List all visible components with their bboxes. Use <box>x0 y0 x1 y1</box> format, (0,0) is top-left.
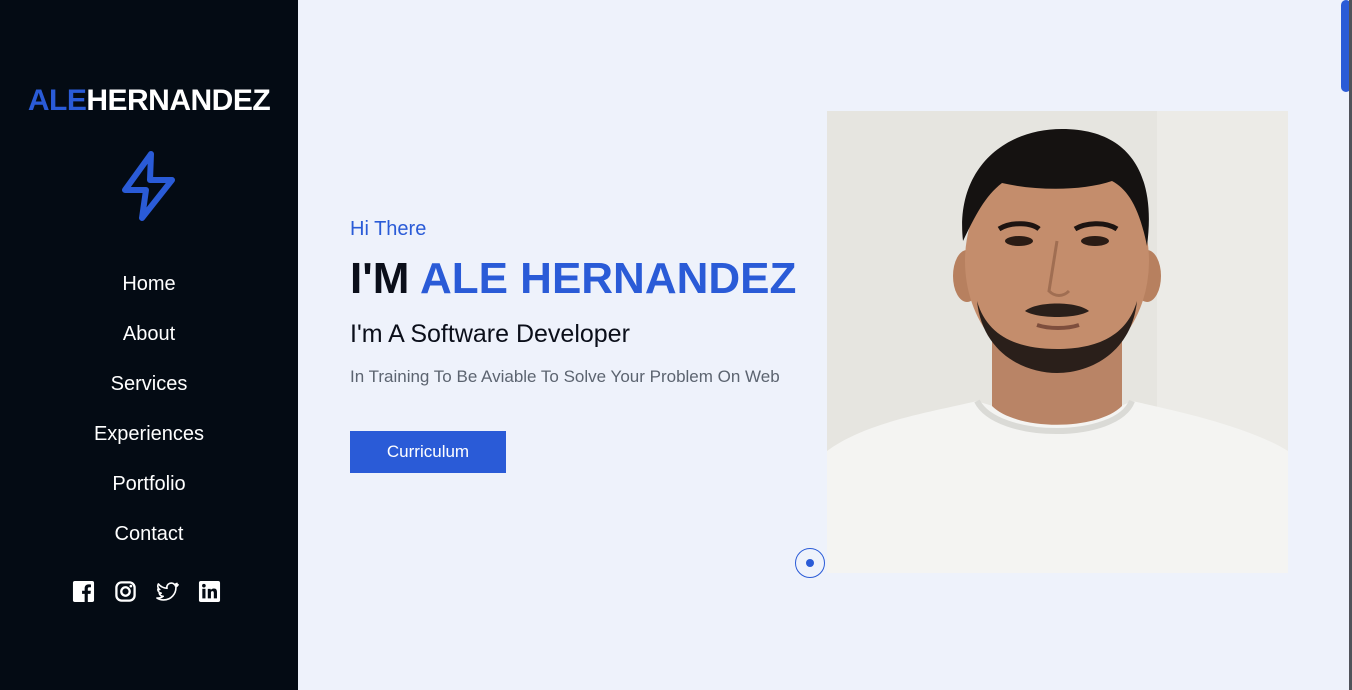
twitter-icon[interactable] <box>156 580 179 603</box>
sidebar-nav: Home About Services Experiences Portfoli… <box>0 266 298 566</box>
site-logo[interactable]: ALEHERNANDEZ <box>0 84 298 118</box>
nav-item-home[interactable]: Home <box>0 266 298 316</box>
nav-item-services[interactable]: Services <box>0 366 298 416</box>
social-links <box>72 578 232 604</box>
nav-item-about[interactable]: About <box>0 316 298 366</box>
sidebar: ALEHERNANDEZ Home About Services Experie… <box>0 0 298 690</box>
linkedin-icon[interactable] <box>198 580 221 603</box>
nav-item-portfolio[interactable]: Portfolio <box>0 466 298 516</box>
scroll-indicator[interactable] <box>795 548 825 578</box>
nav-item-experiences[interactable]: Experiences <box>0 416 298 466</box>
headline-prefix: I'M <box>350 254 420 303</box>
page: ALEHERNANDEZ Home About Services Experie… <box>0 0 1352 690</box>
hero-description: In Training To Be Aviable To Solve Your … <box>350 367 780 386</box>
logo-accent: ALE <box>27 84 87 117</box>
nav-item-contact[interactable]: Contact <box>0 516 298 566</box>
logo-rest: HERNANDEZ <box>86 84 271 117</box>
facebook-icon[interactable] <box>72 580 95 603</box>
hero-greeting: Hi There <box>350 218 427 240</box>
curriculum-button[interactable]: Curriculum <box>350 431 506 473</box>
lightning-bolt-icon <box>118 150 178 222</box>
hero-section: Hi There I'M ALE HERNANDEZ I'm A Softwar… <box>298 0 1340 690</box>
headline-name: ALE HERNANDEZ <box>419 254 797 303</box>
hero-headline: I'M ALE HERNANDEZ <box>350 250 796 308</box>
instagram-icon[interactable] <box>114 580 137 603</box>
hero-role: I'm A Software Developer <box>350 320 630 348</box>
profile-photo <box>827 111 1288 573</box>
